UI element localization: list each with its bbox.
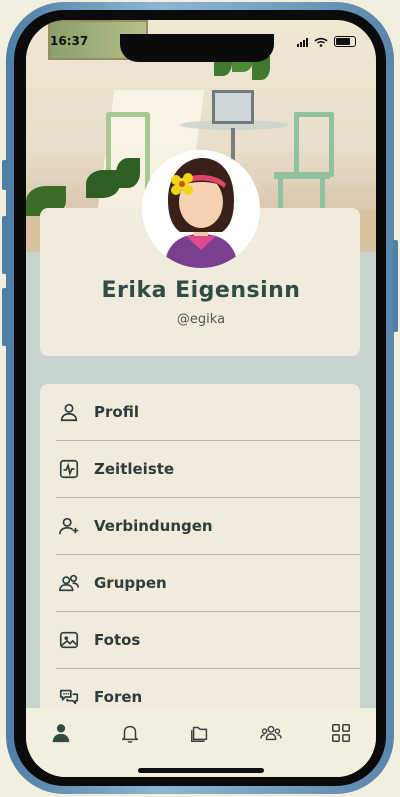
plant-leaf bbox=[86, 170, 120, 198]
menu-item-label: Zeitleiste bbox=[94, 460, 175, 478]
activity-icon bbox=[59, 459, 79, 479]
group-icon[interactable] bbox=[260, 722, 282, 744]
battery-icon bbox=[334, 36, 356, 47]
app-screen: 16:37 Erika Eigensinn @egika Profil Zeit… bbox=[26, 20, 376, 777]
grid-icon[interactable] bbox=[330, 722, 352, 744]
phone-frame: 16:37 Erika Eigensinn @egika Profil Zeit… bbox=[0, 0, 400, 797]
folders-icon[interactable] bbox=[189, 722, 211, 744]
wifi-icon bbox=[314, 37, 328, 47]
power-button bbox=[393, 240, 398, 332]
users-icon bbox=[59, 574, 79, 592]
menu-item-verbindungen[interactable]: Verbindungen bbox=[56, 498, 360, 555]
user-plus-icon bbox=[59, 517, 79, 535]
volume-down-button bbox=[2, 288, 7, 346]
cellular-signal-icon bbox=[297, 37, 308, 47]
menu-item-profil[interactable]: Profil bbox=[56, 384, 360, 441]
menu-item-gruppen[interactable]: Gruppen bbox=[56, 555, 360, 612]
profile-handle: @egika bbox=[176, 312, 226, 327]
chair-back bbox=[294, 112, 334, 177]
avatar-illustration bbox=[142, 150, 260, 268]
mute-switch bbox=[2, 160, 7, 190]
green-chair-right bbox=[274, 112, 334, 225]
laptop bbox=[212, 90, 254, 124]
status-icons bbox=[297, 36, 356, 47]
volume-up-button bbox=[2, 216, 7, 274]
user-icon bbox=[60, 403, 78, 422]
status-bar: 16:37 bbox=[26, 34, 376, 62]
camera-notch bbox=[120, 34, 274, 62]
bell-icon[interactable] bbox=[119, 722, 141, 744]
menu-item-zeitleiste[interactable]: Zeitleiste bbox=[56, 441, 360, 498]
plant-leaf bbox=[116, 158, 140, 188]
person-icon[interactable] bbox=[50, 722, 72, 744]
menu-item-label: Profil bbox=[94, 403, 139, 421]
status-time: 16:37 bbox=[50, 34, 89, 48]
menu-item-label: Foren bbox=[94, 688, 143, 706]
bottom-tab-bar bbox=[26, 708, 376, 777]
home-indicator[interactable] bbox=[138, 768, 264, 773]
chair-seat bbox=[274, 172, 330, 179]
menu-item-label: Fotos bbox=[94, 631, 141, 649]
image-icon bbox=[59, 631, 79, 649]
chat-bubbles-icon bbox=[59, 689, 79, 705]
profile-menu: Profil Zeitleiste Verbindungen Gruppen F… bbox=[40, 384, 360, 724]
profile-name: Erika Eigensinn bbox=[101, 278, 301, 303]
profile-avatar[interactable] bbox=[142, 150, 260, 268]
menu-item-fotos[interactable]: Fotos bbox=[56, 612, 360, 669]
menu-item-label: Verbindungen bbox=[94, 517, 213, 535]
menu-item-label: Gruppen bbox=[94, 574, 167, 592]
